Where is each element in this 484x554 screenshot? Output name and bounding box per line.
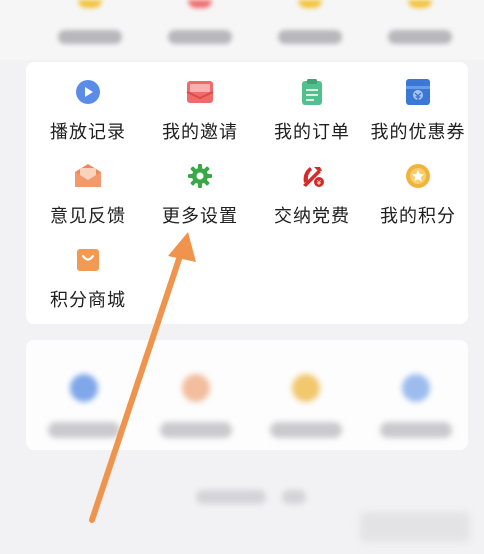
blurred-footer-text	[196, 490, 266, 504]
coupon-icon	[404, 78, 432, 106]
menu-item-label: 我的积分	[380, 206, 456, 227]
menu-item-label: 我的邀请	[162, 122, 238, 143]
points-coin-icon	[404, 162, 432, 190]
menu-item-my-invitation[interactable]: 我的邀请	[144, 78, 256, 154]
bottom-blurred-card	[26, 340, 468, 450]
menu-item-label: 我的订单	[274, 122, 350, 143]
blurred-footer-text	[282, 490, 306, 504]
menu-item-my-points[interactable]: 我的积分	[362, 162, 474, 238]
envelope-icon	[186, 78, 214, 106]
blurred-item	[150, 0, 250, 60]
party-emblem-icon: ¥	[298, 162, 326, 190]
blurred-item	[34, 374, 134, 454]
menu-item-points-mall[interactable]: 积分商城	[32, 246, 144, 322]
menu-item-feedback[interactable]: 意见反馈	[32, 162, 144, 238]
blurred-watermark	[360, 512, 470, 542]
gear-icon	[186, 162, 214, 190]
clipboard-icon	[298, 78, 326, 106]
svg-text:¥: ¥	[317, 179, 322, 187]
menu-item-label: 更多设置	[162, 206, 238, 227]
menu-item-my-orders[interactable]: 我的订单	[256, 78, 368, 154]
blurred-item	[256, 374, 356, 454]
menu-item-my-coupons[interactable]: 我的优惠券	[362, 78, 474, 154]
open-envelope-icon	[74, 162, 102, 190]
menu-item-label: 积分商城	[50, 290, 126, 311]
top-blurred-row	[0, 0, 484, 60]
menu-card: 播放记录 我的邀请 我的订单 我的优惠券 意见反馈 更多设置 ¥ 交纳党费 我的…	[26, 62, 468, 324]
menu-item-label: 交纳党费	[274, 206, 350, 227]
blurred-item	[260, 0, 360, 60]
blurred-item	[146, 374, 246, 454]
menu-item-party-fee[interactable]: ¥ 交纳党费	[256, 162, 368, 238]
blurred-item	[370, 0, 470, 60]
menu-item-label: 我的优惠券	[370, 122, 466, 143]
blurred-item	[40, 0, 140, 60]
menu-item-label: 播放记录	[50, 122, 126, 143]
blurred-item	[366, 374, 466, 454]
menu-item-play-history[interactable]: 播放记录	[32, 78, 144, 154]
play-circle-icon	[74, 78, 102, 106]
menu-item-more-settings[interactable]: 更多设置	[144, 162, 256, 238]
menu-item-label: 意见反馈	[50, 206, 126, 227]
shopping-bag-icon	[74, 246, 102, 274]
